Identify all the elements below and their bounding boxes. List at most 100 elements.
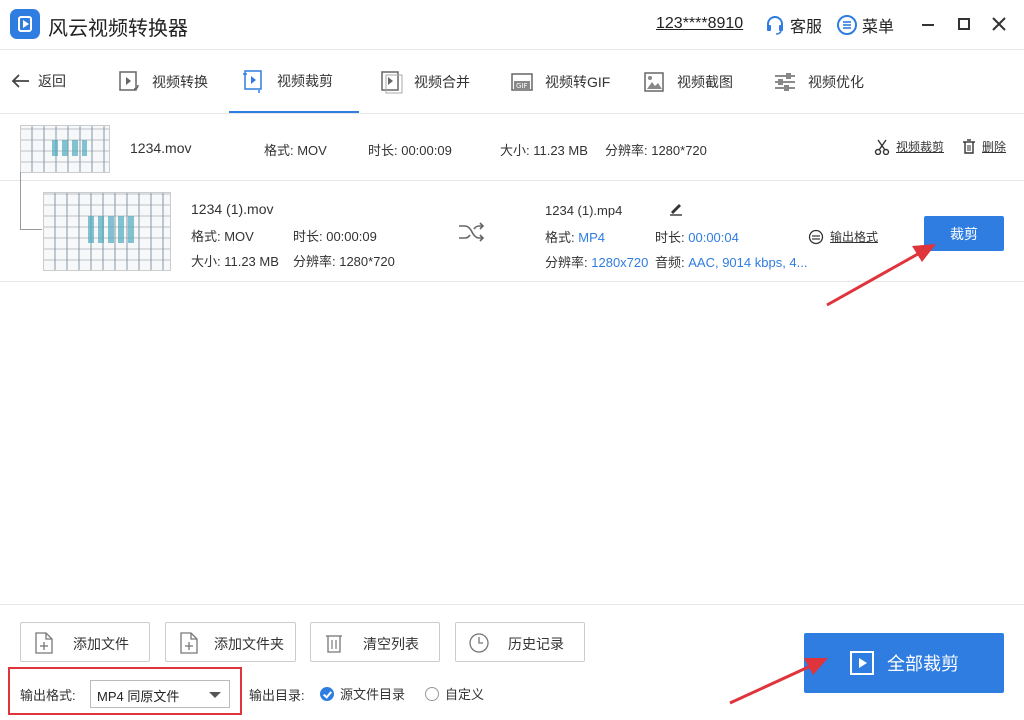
video-convert-icon [119, 71, 139, 91]
output-format-select[interactable]: MP4 同原文件 [90, 680, 230, 708]
tab-video-merge[interactable]: 视频合并 [366, 51, 482, 113]
bottom-toolbar: 添加文件 添加文件夹 清空列表 历史记录 输出格式: MP4 同原文件 输出目录… [0, 604, 1024, 720]
output-format-label: 格式: [545, 230, 575, 245]
menu-button[interactable]: 菜单 [836, 14, 894, 36]
output-resolution: 分辨率: 1280x720 [545, 252, 648, 271]
video-thumbnail [43, 192, 171, 271]
output-file-name: 1234 (1).mp4 [545, 203, 623, 218]
input-file-name: 1234 (1).mov [191, 201, 274, 217]
clear-list-button[interactable]: 清空列表 [310, 622, 440, 662]
tab-video-optimize[interactable]: 视频优化 [760, 51, 876, 113]
tab-label: 视频合并 [414, 74, 470, 90]
screenshot-icon [644, 72, 664, 92]
optimize-icon [775, 73, 795, 91]
video-crop-link[interactable]: 视频裁剪 [874, 138, 944, 155]
video-crop-icon [243, 70, 262, 93]
radio-unchecked-icon [425, 686, 439, 701]
radio-checked-icon [320, 686, 334, 701]
input-duration: 时长: 00:00:09 [293, 229, 377, 244]
output-format-link-label: 输出格式 [830, 230, 879, 244]
tab-label: 视频优化 [808, 74, 864, 90]
arrow-left-icon [11, 74, 29, 88]
history-label: 历史记录 [508, 636, 564, 652]
task-row: 1234 (1).mov 格式: MOV 时长: 00:00:09 大小: 11… [0, 182, 1024, 282]
menu-icon [837, 15, 857, 35]
service-button[interactable]: 客服 [764, 14, 822, 36]
delete-link[interactable]: 删除 [962, 138, 1006, 155]
file-resolution: 分辨率: 1280*720 [605, 143, 707, 158]
back-button[interactable]: 返回 [10, 71, 66, 91]
output-resolution-label: 分辨率: [545, 255, 588, 270]
crop-all-label: 全部裁剪 [887, 654, 959, 674]
app-logo-icon [10, 9, 40, 39]
output-duration: 时长: 00:00:04 [655, 227, 739, 246]
output-audio-value: AAC, 9014 kbps, 4... [688, 255, 808, 270]
crop-button[interactable]: 裁剪 [924, 216, 1004, 251]
edit-pencil-icon[interactable] [668, 200, 684, 216]
tab-label: 视频转换 [152, 74, 208, 90]
output-audio-label: 音频: [655, 255, 685, 270]
gif-icon: GIF [511, 73, 533, 91]
shuffle-convert-icon [459, 222, 485, 242]
tab-label: 视频转GIF [545, 74, 611, 90]
clock-icon [469, 633, 489, 653]
add-file-icon [35, 632, 53, 654]
back-label: 返回 [38, 73, 66, 89]
video-thumbnail [20, 125, 110, 173]
video-merge-icon [381, 71, 403, 94]
tab-video-convert[interactable]: 视频转换 [104, 51, 220, 113]
minimize-icon[interactable] [918, 14, 938, 34]
chevron-down-icon [209, 692, 221, 698]
tab-label: 视频截图 [677, 74, 733, 90]
input-format: 格式: MOV [191, 229, 254, 244]
add-file-label: 添加文件 [73, 636, 129, 652]
tab-video-screenshot[interactable]: 视频截图 [629, 51, 745, 113]
maximize-icon[interactable] [954, 14, 974, 34]
output-format-link[interactable]: 输出格式 [808, 228, 878, 245]
scissors-icon [874, 139, 890, 155]
service-label: 客服 [790, 19, 823, 36]
add-folder-label: 添加文件夹 [214, 636, 284, 652]
video-crop-link-label: 视频裁剪 [896, 140, 945, 154]
trash-icon [326, 635, 342, 653]
file-format: 格式: MOV [264, 143, 327, 158]
add-folder-icon [180, 632, 198, 654]
app-title: 风云视频转换器 [48, 18, 188, 40]
output-format-label: 输出格式: [20, 688, 76, 703]
crop-all-button[interactable]: 全部裁剪 [804, 633, 1004, 693]
file-duration: 时长: 00:00:09 [368, 143, 452, 158]
radio-source-dir[interactable]: 源文件目录 [320, 684, 405, 703]
history-button[interactable]: 历史记录 [455, 622, 585, 662]
input-resolution: 分辨率: 1280*720 [293, 254, 395, 269]
output-format-value: MP4 同原文件 [97, 689, 180, 704]
radio-source-dir-label: 源文件目录 [340, 687, 406, 702]
output-format-value: MP4 [578, 230, 605, 245]
svg-text:GIF: GIF [516, 82, 528, 90]
output-duration-label: 时长: [655, 230, 685, 245]
output-duration-value: 00:00:04 [688, 230, 739, 245]
close-icon[interactable] [989, 14, 1009, 34]
input-size: 大小: 11.23 MB [191, 254, 279, 269]
clear-list-label: 清空列表 [363, 636, 419, 652]
output-dir-label: 输出目录: [249, 688, 305, 703]
add-folder-button[interactable]: 添加文件夹 [165, 622, 296, 662]
tool-nav: 返回 视频转换 视频裁剪 视频合并 GIF 视频转GIF 视频截图 视频优化 [0, 51, 1024, 114]
tab-label: 视频裁剪 [277, 73, 333, 89]
add-file-button[interactable]: 添加文件 [20, 622, 150, 662]
format-settings-icon [808, 229, 824, 244]
source-file-row: 1234.mov 格式: MOV 时长: 00:00:09 大小: 11.23 … [0, 115, 1024, 181]
trash-icon [963, 138, 975, 154]
file-name: 1234.mov [130, 140, 192, 156]
delete-link-label: 删除 [982, 140, 1007, 154]
output-format: 格式: MP4 [545, 227, 605, 246]
tab-video-crop[interactable]: 视频裁剪 [229, 51, 359, 113]
play-icon [850, 651, 874, 675]
tab-video-gif[interactable]: GIF 视频转GIF [497, 51, 622, 113]
file-size: 大小: 11.23 MB [500, 143, 588, 158]
radio-custom-dir-label: 自定义 [445, 687, 485, 702]
radio-custom-dir[interactable]: 自定义 [425, 684, 484, 703]
account-link[interactable]: 123****8910 [656, 15, 743, 33]
output-resolution-value: 1280x720 [591, 255, 649, 270]
title-bar: 风云视频转换器 123****8910 客服 菜单 [0, 0, 1024, 50]
headset-icon [767, 16, 783, 35]
